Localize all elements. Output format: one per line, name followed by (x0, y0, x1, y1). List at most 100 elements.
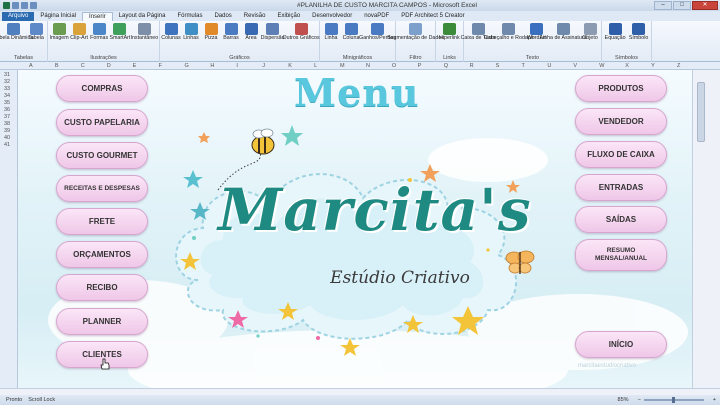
tab-1[interactable]: Página Inicial (34, 12, 82, 21)
column-header[interactable]: Z (677, 63, 680, 69)
column-header[interactable]: O (392, 63, 396, 69)
ribbon-group-7: Equação Símbolo Símbolos (602, 21, 652, 62)
ribbon-icon (164, 23, 178, 35)
ribbon-icon (583, 23, 597, 35)
row-header[interactable]: 40 (4, 135, 10, 141)
minimize-button[interactable]: – (654, 1, 672, 10)
column-header[interactable]: D (107, 63, 111, 69)
column-header[interactable]: M (340, 63, 345, 69)
vertical-scrollbar[interactable] (692, 70, 720, 388)
menu-button-receitas-e-despesas[interactable]: RECEITAS E DESPESAS (56, 175, 148, 202)
row-header[interactable]: 34 (4, 93, 10, 99)
menu-button-recibo[interactable]: RECIBO (56, 274, 148, 301)
menu-button-in-cio[interactable]: INÍCIO (575, 331, 667, 358)
maximize-button[interactable]: □ (673, 1, 691, 10)
column-header[interactable]: X (625, 63, 629, 69)
menu-button-custo-gourmet[interactable]: CUSTO GOURMET (56, 142, 148, 169)
ribbon-button-label: Instantâneo (130, 35, 159, 41)
ribbon-icon (7, 23, 20, 35)
tab-7[interactable]: Exibição (271, 12, 306, 21)
zoom-slider[interactable] (643, 397, 704, 403)
row-header[interactable]: 32 (4, 79, 10, 85)
ribbon-group-label: Minigráficos (342, 55, 373, 61)
tab-5[interactable]: Dados (208, 12, 237, 21)
column-header[interactable]: E (133, 63, 137, 69)
menu-button-custo-papelaria[interactable]: CUSTO PAPELARIA (56, 109, 148, 136)
column-header[interactable]: I (236, 63, 238, 69)
zoom-out-icon[interactable]: − (638, 397, 641, 403)
column-header[interactable]: S (496, 63, 500, 69)
ribbon-group-4: Segmentação de Dados Filtro (387, 21, 444, 62)
row-header[interactable]: 38 (4, 121, 10, 127)
menu-button-fluxo-de-caixa[interactable]: FLUXO DE CAIXA (575, 141, 667, 168)
horizontal-scrollbar[interactable] (0, 388, 720, 395)
row-header[interactable]: 39 (4, 128, 10, 134)
redo-icon[interactable] (30, 2, 37, 9)
menu-button-sa-das[interactable]: SAÍDAS (575, 206, 667, 233)
tab-0[interactable]: Arquivo (2, 12, 35, 21)
menu-button-entradas[interactable]: ENTRADAS (575, 174, 667, 201)
ribbon-button-label: Linha de Assinatura (540, 35, 587, 41)
ribbon-icon (137, 23, 151, 35)
zoom-in-icon[interactable]: + (713, 397, 716, 403)
column-header[interactable]: Y (651, 63, 655, 69)
menu-button-frete[interactable]: FRETE (56, 208, 148, 235)
zoom-control[interactable]: 85% − + (612, 397, 716, 403)
column-header[interactable]: W (599, 63, 604, 69)
undo-icon[interactable] (21, 2, 28, 9)
column-header[interactable]: V (573, 63, 577, 69)
column-header[interactable]: F (159, 63, 162, 69)
ribbon-button-label: Outros Gráficos (282, 35, 320, 41)
column-header[interactable]: H (210, 63, 214, 69)
tab-4[interactable]: Fórmulas (171, 12, 208, 21)
tab-2[interactable]: Inserir (82, 12, 113, 21)
close-button[interactable]: ✕ (692, 1, 718, 10)
menu-button-vendedor[interactable]: VENDEDOR (575, 108, 667, 135)
column-header[interactable]: N (366, 63, 370, 69)
column-header[interactable]: L (314, 63, 317, 69)
ribbon-group-3: Linha Coluna Ganhos/Perdas Minigráficos (320, 21, 396, 62)
ribbon-group-6: Caixa de Texto Cabeçalho e Rodapé WordArt L… (461, 21, 602, 62)
menu-button-planner[interactable]: PLANNER (56, 308, 148, 335)
tab-3[interactable]: Layout da Página (113, 12, 172, 21)
row-header[interactable]: 36 (4, 107, 10, 113)
ribbon-icon (92, 23, 106, 35)
menu-button-produtos[interactable]: PRODUTOS (575, 75, 667, 102)
ribbon-icon (294, 23, 308, 35)
window-title: #PLANILHA DE CUSTO MARCITA CAMPOS - Micr… (297, 2, 477, 9)
row-header[interactable]: 31 (4, 72, 10, 78)
row-header[interactable]: 35 (4, 100, 10, 106)
column-header[interactable]: Q (444, 63, 448, 69)
ribbon-button-label: Coluna (342, 35, 360, 41)
column-header[interactable]: K (288, 63, 292, 69)
ribbon-button-label: SmartArt (109, 35, 131, 41)
ribbon-icon (72, 23, 86, 35)
column-header[interactable]: R (470, 63, 474, 69)
excel-icon[interactable] (3, 2, 10, 9)
menu-button-or-amentos[interactable]: ORÇAMENTOS (56, 241, 148, 268)
tab-10[interactable]: PDF Architect 5 Creator (395, 12, 470, 21)
menu-button-resumo-mensal-anual[interactable]: RESUMO MENSAL/ANUAL (575, 239, 667, 271)
tab-9[interactable]: novaPDF (358, 12, 395, 21)
column-header[interactable]: J (262, 63, 265, 69)
column-header[interactable]: T (522, 63, 525, 69)
column-header[interactable]: U (547, 63, 551, 69)
row-header[interactable]: 37 (4, 114, 10, 120)
ribbon-button-label: Barras (223, 35, 239, 41)
column-headers: A B C D E F G H I J K L M N O P Q R S T U V W X Y Z (0, 62, 720, 70)
save-icon[interactable] (12, 2, 19, 9)
ribbon-tabs: Arquivo Página Inicial Inserir Layout da Pá… (0, 11, 720, 21)
column-header[interactable]: C (81, 63, 85, 69)
ribbon-icon (52, 23, 66, 35)
zoom-knob[interactable] (671, 397, 675, 403)
tab-8[interactable]: Desenvolvedor (306, 12, 358, 21)
column-header[interactable]: P (418, 63, 422, 69)
column-header[interactable]: B (55, 63, 59, 69)
column-header[interactable]: A (29, 63, 33, 69)
row-header[interactable]: 33 (4, 86, 10, 92)
tab-6[interactable]: Revisão (238, 12, 272, 21)
menu-button-compras[interactable]: COMPRAS (56, 75, 148, 102)
row-header[interactable]: 41 (4, 142, 10, 148)
scroll-thumb[interactable] (697, 82, 705, 142)
column-header[interactable]: G (185, 63, 189, 69)
